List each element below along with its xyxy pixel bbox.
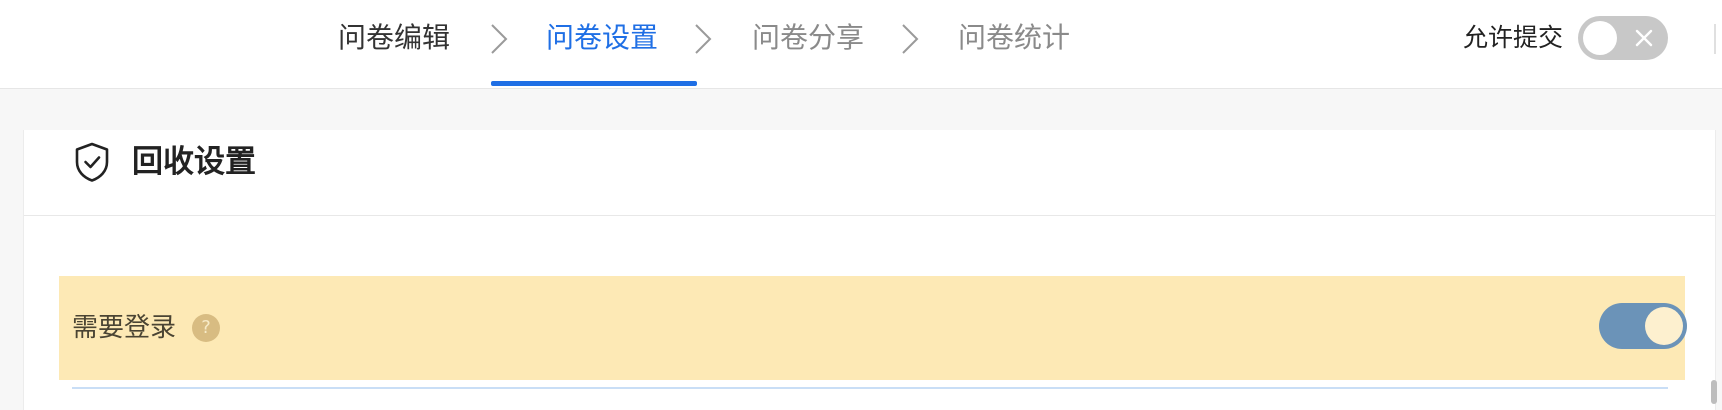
chevron-right-icon (695, 24, 712, 54)
header-bar: 问卷编辑 问卷设置 问卷分享 问卷统计 允许提交 (0, 0, 1722, 89)
require-login-toggle[interactable] (1599, 303, 1687, 349)
header-divider (1714, 24, 1716, 54)
card-header: 回收设置 (24, 130, 1715, 216)
chevron-right-icon (902, 24, 919, 54)
step-statistics[interactable]: 问卷统计 (958, 18, 1070, 58)
shield-check-icon (75, 142, 109, 182)
step-share[interactable]: 问卷分享 (752, 18, 864, 58)
allow-submit-label: 允许提交 (1463, 23, 1564, 52)
toggle-knob (1583, 21, 1617, 55)
recycle-settings-card: 回收设置 需要登录 ? (23, 130, 1716, 410)
chevron-right-icon (491, 24, 508, 54)
row-divider (72, 387, 1668, 389)
setting-row-require-login: 需要登录 ? (59, 276, 1687, 380)
step-settings[interactable]: 问卷设置 (546, 18, 658, 58)
active-step-indicator (491, 81, 697, 86)
close-icon (1635, 29, 1653, 47)
scrollbar-thumb[interactable] (1711, 380, 1717, 404)
require-login-label: 需要登录 (72, 313, 177, 343)
help-icon[interactable]: ? (192, 314, 220, 342)
section-title: 回收设置 (132, 144, 256, 180)
allow-submit-toggle[interactable] (1578, 16, 1668, 60)
step-edit[interactable]: 问卷编辑 (338, 18, 450, 58)
toggle-knob (1645, 307, 1683, 345)
